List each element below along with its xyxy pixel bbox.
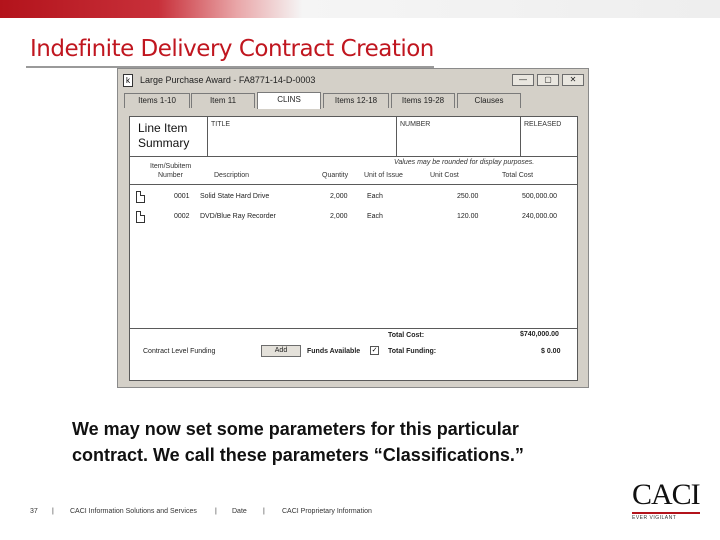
row-description: DVD/Blue Ray Recorder	[200, 213, 276, 220]
col-number: Number	[158, 172, 183, 179]
slide-footer: 37 | CACI Information Solutions and Serv…	[0, 508, 720, 520]
caption-line-2: contract. We call these parameters “Clas…	[72, 445, 524, 465]
col-unit-of-issue: Unit of Issue	[364, 172, 403, 179]
contract-level-funding-label: Contract Level Funding	[143, 348, 216, 355]
funds-available-label: Funds Available	[307, 348, 361, 355]
restore-button[interactable]: ▢	[537, 74, 559, 86]
row-unit-cost: 250.00	[457, 193, 479, 200]
document-icon[interactable]	[136, 211, 145, 223]
total-cost-value: $740,000.00	[520, 331, 559, 338]
footer-separator: |	[263, 508, 265, 515]
funds-available-checkbox[interactable]: ✓	[370, 346, 379, 355]
col-quantity: Quantity	[322, 172, 349, 179]
total-funding-label: Total Funding:	[388, 348, 437, 355]
col-unit-cost: Unit Cost	[430, 172, 459, 179]
caci-logo: CACI EVER VIGILANT	[632, 480, 702, 521]
document-icon[interactable]	[136, 191, 145, 203]
slide-title: Indefinite Delivery Contract Creation	[30, 36, 434, 62]
row-unit: Each	[367, 213, 383, 220]
total-funding-value: $ 0.00	[541, 348, 561, 355]
row-quantity: 2,000	[330, 213, 348, 220]
summary-title-line1: Line Item	[138, 121, 188, 135]
row-unit-cost: 120.00	[457, 213, 479, 220]
footer-company: CACI Information Solutions and Services	[70, 508, 197, 515]
row-number: 0002	[174, 213, 190, 220]
window-title: Large Purchase Award - FA8771-14-D-0003	[140, 75, 316, 85]
title-label: TITLE	[211, 121, 231, 128]
logo-tagline: EVER VIGILANT	[632, 515, 677, 521]
column-header-divider	[130, 184, 577, 185]
minimize-button[interactable]: —	[512, 74, 534, 86]
row-quantity: 2,000	[330, 193, 348, 200]
tab-items-12-18[interactable]: Items 12-18	[323, 93, 389, 108]
add-funding-button[interactable]: Add	[261, 345, 301, 357]
summary-title: Line Item Summary	[138, 121, 189, 151]
row-description: Solid State Hard Drive	[200, 193, 270, 200]
logo-rule	[632, 512, 700, 514]
row-total-cost: 240,000.00	[522, 213, 558, 220]
tab-items-19-28[interactable]: Items 19-28	[391, 93, 455, 108]
summary-header: Line Item Summary TITLE NUMBER RELEASED	[130, 117, 577, 157]
header-band	[0, 0, 720, 18]
rounding-note: Values may be rounded for display purpos…	[394, 159, 535, 166]
col-total-cost: Total Cost	[502, 172, 534, 179]
app-icon: k	[123, 74, 133, 87]
released-label: RELEASED	[524, 121, 562, 128]
tab-clauses[interactable]: Clauses	[457, 93, 521, 108]
tab-clins[interactable]: CLINS	[257, 92, 321, 109]
col-item-subitem: Item/Subitem	[150, 163, 192, 170]
tab-item-11[interactable]: Item 11	[191, 93, 255, 108]
line-item-summary-panel: Line Item Summary TITLE NUMBER RELEASED …	[129, 116, 578, 381]
footer-separator: |	[215, 508, 217, 515]
tab-items-1-10[interactable]: Items 1-10	[124, 93, 190, 108]
close-button[interactable]: ✕	[562, 74, 584, 86]
footer-separator: |	[52, 508, 54, 515]
table-row[interactable]: 0001 Solid State Hard Drive 2,000 Each 2…	[130, 190, 577, 210]
title-field-cell: TITLE	[208, 117, 397, 157]
large-purchase-award-window: k Large Purchase Award - FA8771-14-D-000…	[117, 68, 589, 388]
number-label: NUMBER	[400, 121, 431, 128]
row-unit: Each	[367, 193, 383, 200]
logo-wordmark: CACI	[632, 478, 701, 511]
number-field-cell: NUMBER	[397, 117, 521, 157]
row-number: 0001	[174, 193, 190, 200]
footer-proprietary: CACI Proprietary Information	[282, 508, 372, 515]
slide-caption: We may now set some parameters for this …	[72, 416, 672, 468]
page-number: 37	[30, 508, 38, 515]
table-row[interactable]: 0002 DVD/Blue Ray Recorder 2,000 Each 12…	[130, 210, 577, 230]
summary-title-cell: Line Item Summary	[130, 117, 208, 157]
caption-line-1: We may now set some parameters for this …	[72, 419, 519, 439]
total-cost-label: Total Cost:	[388, 332, 425, 339]
totals-divider	[130, 328, 577, 329]
window-titlebar[interactable]: k Large Purchase Award - FA8771-14-D-000…	[118, 69, 588, 91]
col-description: Description	[214, 172, 250, 179]
row-total-cost: 500,000.00	[522, 193, 558, 200]
summary-title-line2: Summary	[138, 136, 190, 150]
footer-date: Date	[232, 508, 247, 515]
